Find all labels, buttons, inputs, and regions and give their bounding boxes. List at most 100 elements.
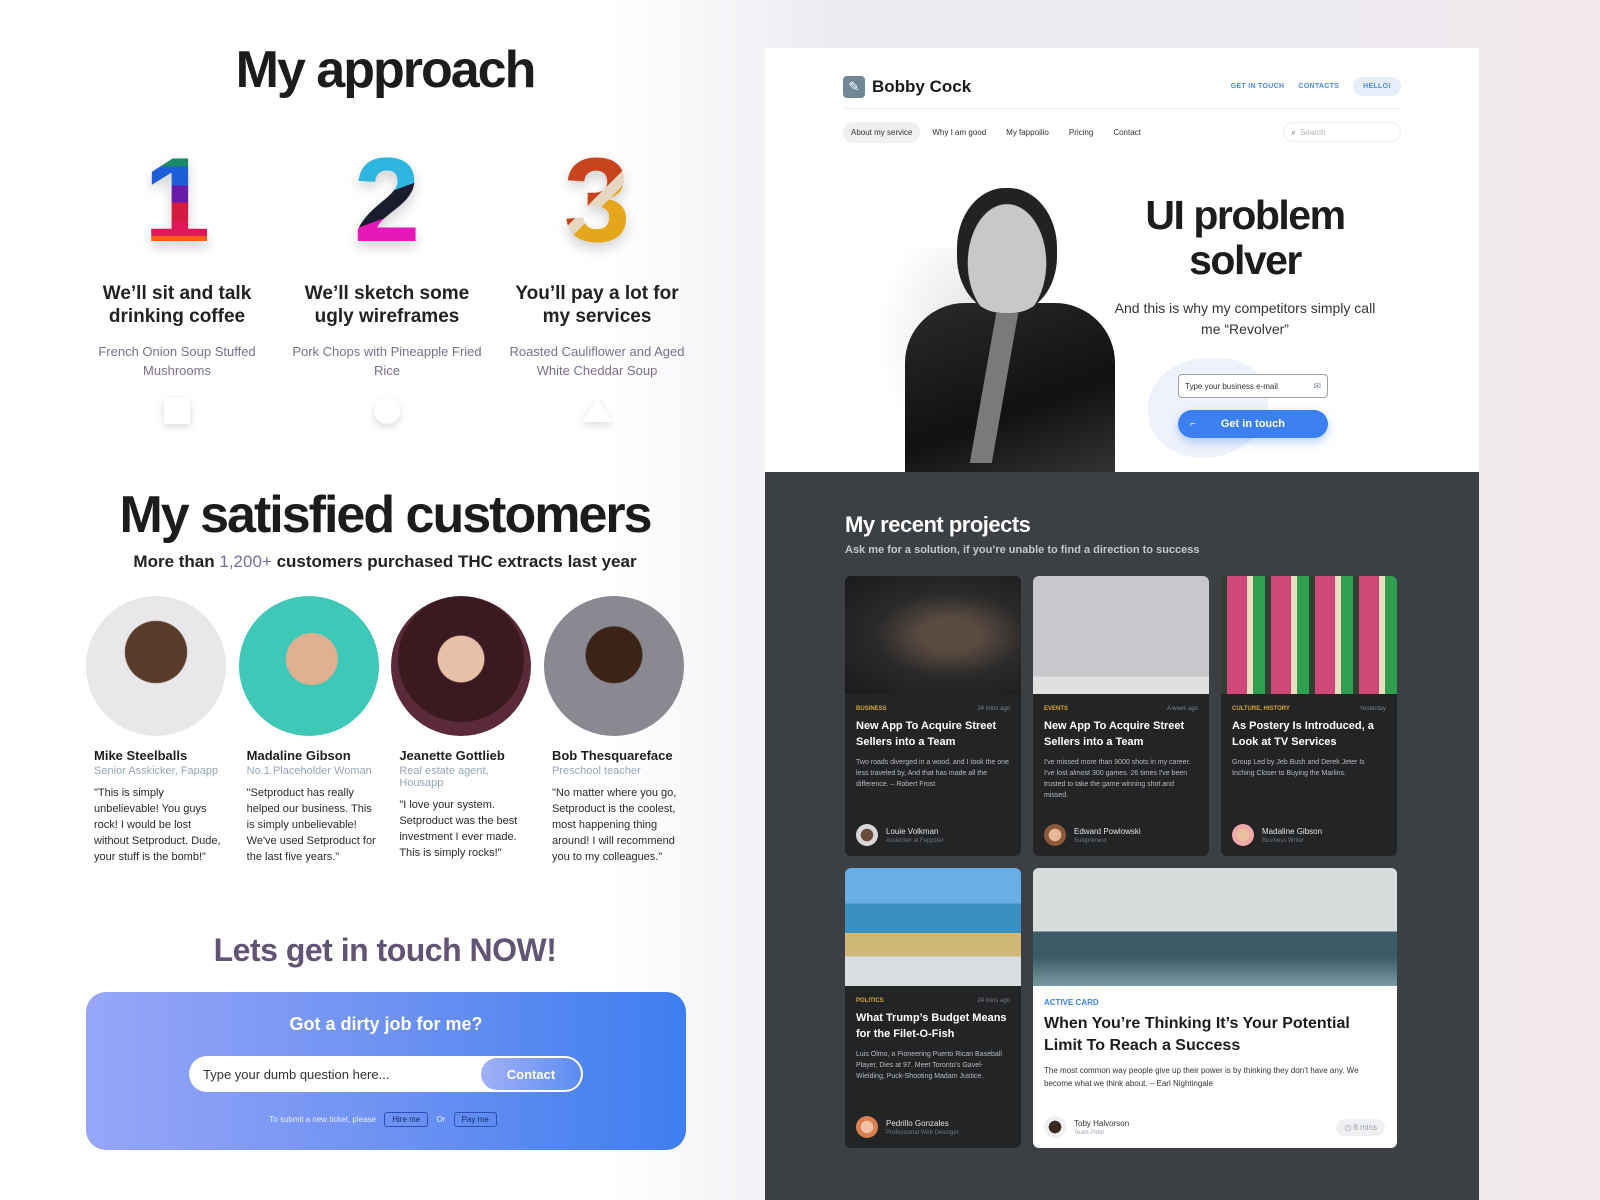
email-input[interactable] bbox=[1185, 381, 1314, 391]
brand-name: Bobby Cock bbox=[872, 77, 972, 96]
email-field: ✉ bbox=[1178, 374, 1328, 398]
card-time: 24 mins ago bbox=[977, 706, 1010, 712]
customer-card: Jeanette Gottlieb Real estate agent, Hou… bbox=[391, 596, 533, 865]
card-category: ACTIVE CARD bbox=[1044, 998, 1099, 1007]
avatar bbox=[543, 596, 684, 736]
contact-box: Got a dirty job for me? Contact To submi… bbox=[86, 992, 686, 1150]
project-card[interactable]: EVENTS A week ago New App To Acquire Stre… bbox=[1033, 576, 1209, 856]
step-number: 3 bbox=[563, 133, 631, 267]
card-desc: Group Led by Jeb Bush and Derek Jeter Is… bbox=[1232, 759, 1365, 777]
ticket-row: To submit a new ticket, please Hire me O… bbox=[86, 1112, 686, 1127]
projects-section: My recent projects Ask me for a solution… bbox=[765, 472, 1479, 1200]
card-image bbox=[845, 868, 1021, 986]
card-title: New App To Acquire Street Sellers into a… bbox=[856, 720, 997, 748]
brand[interactable]: ✎ Bobby Cock bbox=[843, 76, 971, 98]
customer-list: Mike Steelballs Senior Asskicker, Fapapp… bbox=[86, 596, 686, 865]
project-card[interactable]: CULTURE, HISTORY Yesterday As Postery Is … bbox=[1221, 576, 1397, 856]
projects-title: My recent projects bbox=[845, 512, 1031, 537]
customer-name: Mike Steelballs bbox=[94, 748, 188, 763]
card-author: Toby Halvorson Team Pidor bbox=[1044, 1116, 1129, 1138]
triangle-icon bbox=[582, 398, 612, 422]
project-card[interactable]: BUSINESS 24 mins ago New App To Acquire S… bbox=[845, 576, 1021, 856]
customer-quote: "This is simply unbelievable! You guys r… bbox=[94, 787, 221, 863]
left-panel: My approach 1 We’ll sit and talk drinkin… bbox=[0, 0, 770, 1200]
customer-card: Mike Steelballs Senior Asskicker, Fapapp… bbox=[86, 596, 228, 865]
main-nav: About my service Why I am good My fappoi… bbox=[843, 122, 1149, 143]
card-title: As Postery Is Introduced, a Look at TV S… bbox=[1232, 720, 1374, 748]
question-field: Contact bbox=[189, 1056, 583, 1092]
avatar bbox=[391, 596, 532, 736]
card-time: A week ago bbox=[1166, 706, 1198, 712]
avatar bbox=[856, 1116, 878, 1138]
card-desc: Luis Olmo, a Pioneering Puerto Rican Bas… bbox=[856, 1051, 1002, 1080]
pencil-icon: ✎ bbox=[843, 76, 865, 98]
customer-name: Madaline Gibson bbox=[246, 748, 351, 763]
step-title: We’ll sit and talk drinking coffee bbox=[102, 283, 252, 327]
active-project-card[interactable]: ACTIVE CARD When You’re Thinking It’s Yo… bbox=[1033, 868, 1397, 1148]
customer-role: Real estate agent, Housapp bbox=[399, 765, 489, 789]
customer-role: Senior Asskicker, Fapapp bbox=[94, 765, 219, 777]
search-box: ⌕ bbox=[1283, 122, 1401, 142]
customers-title: My satisfied customers bbox=[119, 486, 652, 544]
hire-me-button[interactable]: Hire me bbox=[384, 1112, 429, 1127]
card-desc: Two roads diverged in a wood, and I took… bbox=[856, 759, 1009, 788]
nav-item-contact[interactable]: Contact bbox=[1105, 122, 1149, 143]
card-image bbox=[1033, 576, 1209, 694]
read-time-badge: ◷ 8 mins bbox=[1336, 1119, 1385, 1136]
card-image bbox=[845, 576, 1021, 694]
step-title: You’ll pay a lot for my services bbox=[515, 283, 679, 327]
step-title: We’ll sketch some ugly wireframes bbox=[304, 283, 470, 327]
circle-icon bbox=[374, 398, 400, 424]
card-image bbox=[1221, 576, 1397, 694]
card-time: 24 mins ago bbox=[977, 998, 1010, 1004]
card-author: Louie Volkman Asskicker at Fappster bbox=[856, 824, 944, 846]
step-subtitle: Pork Chops with Pineapple Fried Rice bbox=[292, 344, 482, 378]
card-time: Yesterday bbox=[1359, 706, 1386, 712]
card-title: New App To Acquire Street Sellers into a… bbox=[1044, 720, 1185, 748]
hero-subtitle: And this is why my competitors simply ca… bbox=[1114, 300, 1376, 337]
nav-item-why[interactable]: Why I am good bbox=[924, 122, 994, 143]
card-author: Pedrillo Gonzales Professional Web Desing… bbox=[856, 1116, 959, 1138]
customer-name: Jeanette Gottlieb bbox=[399, 748, 505, 763]
step-subtitle: Roasted Cauliflower and Aged White Chedd… bbox=[509, 344, 685, 378]
step-subtitle: French Onion Soup Stuffed Mushrooms bbox=[98, 344, 256, 378]
approach-step: 3 You’ll pay a lot for my services Roast… bbox=[502, 140, 692, 424]
get-in-touch-link[interactable]: GET IN TOUCH bbox=[1231, 83, 1285, 90]
avatar bbox=[856, 824, 878, 846]
hero-title: UI problem solver bbox=[1145, 192, 1346, 283]
card-author: Edward Powlowski Solopreneur bbox=[1044, 824, 1141, 846]
top-links: GET IN TOUCH CONTACTS HELLO! bbox=[1231, 77, 1401, 96]
pay-me-button[interactable]: Pay me bbox=[453, 1112, 497, 1127]
customer-count: 1,200+ bbox=[219, 552, 272, 571]
step-number: 2 bbox=[353, 133, 421, 267]
customer-card: Madaline Gibson No.1 Placeholder Woman "… bbox=[238, 596, 381, 865]
customers-subtitle: More than 1,200+ customers purchased THC… bbox=[133, 552, 637, 571]
nav-item-portfolio[interactable]: My fappoilio bbox=[998, 122, 1057, 143]
nav-item-about[interactable]: About my service bbox=[843, 122, 921, 143]
nav-item-pricing[interactable]: Pricing bbox=[1061, 122, 1101, 143]
card-title: When You’re Thinking It’s Your Potential… bbox=[1044, 1015, 1350, 1054]
avatar bbox=[1044, 1116, 1066, 1138]
get-in-touch-button[interactable]: ⌐ Get in touch bbox=[1178, 410, 1328, 438]
card-category: POLITICS bbox=[856, 998, 884, 1004]
approach-steps: 1 We’ll sit and talk drinking coffee Fre… bbox=[82, 140, 692, 424]
contact-box-title: Got a dirty job for me? bbox=[289, 1014, 483, 1034]
question-input[interactable] bbox=[189, 1066, 481, 1082]
step-number: 1 bbox=[143, 133, 211, 267]
square-icon bbox=[164, 398, 190, 424]
approach-step: 2 We’ll sketch some ugly wireframes Pork… bbox=[292, 140, 482, 424]
hello-button[interactable]: HELLO! bbox=[1353, 77, 1401, 96]
avatar bbox=[238, 596, 379, 736]
contacts-link[interactable]: CONTACTS bbox=[1298, 83, 1339, 90]
contact-button[interactable]: Contact bbox=[481, 1058, 581, 1090]
card-category: EVENTS bbox=[1044, 706, 1069, 712]
search-input[interactable] bbox=[1300, 127, 1381, 137]
envelope-icon: ✉ bbox=[1313, 380, 1321, 391]
customer-quote: "No matter where you go, Setproduct is t… bbox=[551, 787, 677, 863]
search-icon: ⌕ bbox=[1291, 126, 1297, 137]
hero-section: ✎ Bobby Cock GET IN TOUCH CONTACTS HELLO… bbox=[765, 48, 1479, 473]
projects-subtitle: Ask me for a solution, if you’re unable … bbox=[845, 544, 1200, 556]
card-desc: The most common way people give up their… bbox=[1044, 1066, 1359, 1088]
approach-step: 1 We’ll sit and talk drinking coffee Fre… bbox=[82, 140, 272, 424]
project-card[interactable]: POLITICS 24 mins ago What Trump’s Budget … bbox=[845, 868, 1021, 1148]
